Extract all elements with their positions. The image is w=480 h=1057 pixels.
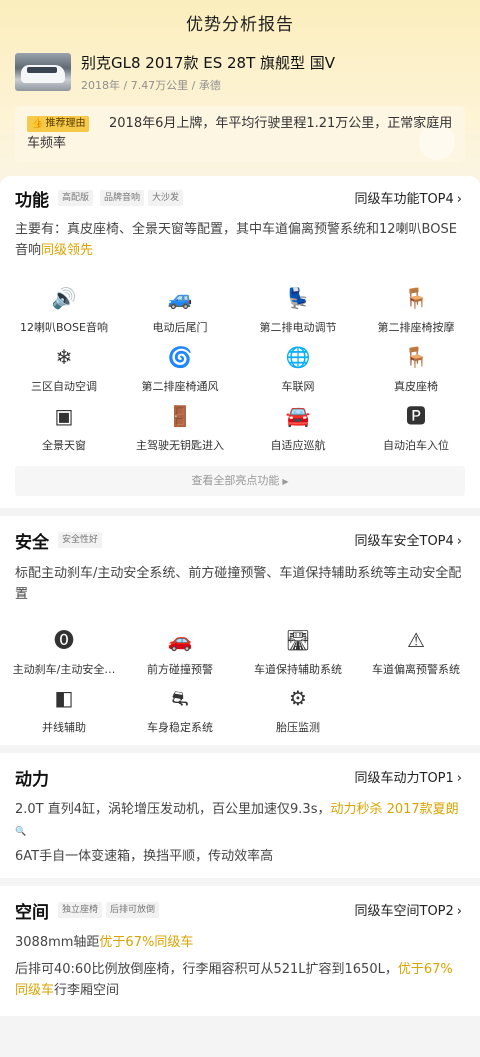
features-title: 功能 (15, 191, 49, 211)
seat-ventilation-icon: 🌀 (167, 345, 193, 369)
power-tailgate-icon: 🚙 (167, 286, 193, 310)
safety-item[interactable]: ⓿ 主动刹车/主动安全… (4, 627, 124, 683)
feature-item[interactable]: 🅿 自动泊车入位 (356, 403, 476, 459)
safety-item[interactable]: ⚙ 胎压监测 (238, 685, 358, 741)
safety-item[interactable]: ◧ 并线辅助 (4, 685, 124, 741)
safety-desc: 标配主动刹车/主动安全系统、前方碰撞预警、车道保持辅助系统等主动安全配置 (15, 566, 462, 602)
feature-item[interactable]: 🌐 车联网 (238, 344, 358, 400)
speaker-icon: 🔊 (51, 286, 77, 310)
space-rank-link[interactable]: 同级车空间TOP2 › (355, 900, 463, 919)
power-rank-link[interactable]: 同级车动力TOP1 › (355, 767, 463, 786)
collision-warning-icon: 🚗 (167, 628, 193, 652)
feature-item[interactable]: 🪑 第二排座椅按摩 (356, 285, 476, 341)
feature-item[interactable]: ❄ 三区自动空调 (4, 344, 124, 400)
reason-text: 2018年6月上牌，年平均行驶里程1.21万公里，正常家庭用车频率 (27, 116, 453, 151)
page-title: 优势分析报告 (186, 15, 294, 35)
safety-rank-link[interactable]: 同级车安全TOP4 › (355, 530, 463, 549)
feature-item[interactable]: 🚪 主驾驶无钥匙进入 (120, 403, 240, 459)
auto-parking-icon: 🅿 (406, 404, 426, 428)
safety-item[interactable]: ⛐ 车身稳定系统 (120, 685, 240, 741)
panoramic-sunroof-icon: ▣ (54, 404, 74, 428)
space-tag: 独立座椅 (58, 902, 103, 918)
chevron-right-icon: › (456, 534, 462, 549)
features-tag: 大沙发 (148, 190, 184, 206)
car-meta: 2018年 / 7.47万公里 / 承德 (81, 79, 221, 92)
features-desc: 主要有：真皮座椅、全景天窗等配置，其中车道偏离预警系统和12喇叭BOSE音响同级… (15, 222, 457, 258)
safety-item[interactable]: ⚠ 车道偏离预警系统 (356, 627, 476, 683)
space-desc-trunk: 后排可40:60比例放倒座椅，行李厢容积可从521L扩容到1650L，优于67%… (15, 962, 453, 998)
caret-right-icon: ▶ (282, 477, 289, 486)
feature-item[interactable]: 🪑 真皮座椅 (356, 344, 476, 400)
recommend-reason-card: 2018年6月上牌，年平均行驶里程1.21万公里，正常家庭用车频率 👍 推荐理由 (15, 106, 465, 162)
feature-item[interactable]: 🚙 电动后尾门 (120, 285, 240, 341)
chevron-right-icon: › (456, 192, 462, 207)
power-desc-engine: 2.0T 直列4缸，涡轮增压发动机，百公里加速仅9.3s，动力秒杀 2017款夏… (15, 802, 459, 837)
safety-tag: 安全性好 (58, 532, 103, 548)
car-thumbnail (15, 53, 71, 91)
blind-spot-mirror-icon: ◧ (54, 686, 74, 710)
space-desc-wheelbase: 3088mm轴距优于67%同级车 (15, 935, 194, 950)
recommend-badge: 👍 推荐理由 (27, 116, 90, 132)
see-all-features-button[interactable]: 查看全部亮点功能 ▶ (15, 466, 465, 496)
safety-title: 安全 (15, 533, 49, 553)
seat-massage-icon: 🪑 (403, 286, 429, 310)
space-section: 空间 独立座椅 后排可放倒 同级车空间TOP2 › 3088mm轴距优于67%同级… (0, 886, 480, 1016)
chevron-right-icon: › (456, 771, 462, 786)
power-desc-gearbox: 6AT手自一体变速箱，换挡平顺，传动效率高 (15, 849, 274, 864)
leather-seat-icon: 🪑 (403, 345, 429, 369)
features-tag: 品牌音响 (100, 190, 145, 206)
car-summary[interactable]: 别克GL8 2017款 ES 28T 旗舰型 国V 2018年 / 7.47万公… (15, 51, 465, 95)
feature-item[interactable]: 🔊 12喇叭BOSE音响 (4, 285, 124, 341)
thumbs-up-icon: 👍 (31, 118, 44, 129)
feature-item[interactable]: ▣ 全景天窗 (4, 403, 124, 459)
power-title: 动力 (15, 770, 49, 790)
keyless-door-icon: 🚪 (167, 404, 193, 428)
feature-item[interactable]: 💺 第二排电动调节 (238, 285, 358, 341)
car-name: 别克GL8 2017款 ES 28T 旗舰型 国V (81, 54, 336, 72)
power-seat-adjust-icon: 💺 (285, 286, 311, 310)
safety-section: 安全 安全性好 同级车安全TOP4 › 标配主动刹车/主动安全系统、前方碰撞预警、… (0, 516, 480, 745)
feature-item[interactable]: 🚘 自适应巡航 (238, 403, 358, 459)
connected-globe-icon: 🌐 (285, 345, 311, 369)
adaptive-cruise-icon: 🚘 (285, 404, 311, 428)
search-icon: 🔍 (15, 827, 27, 837)
lane-departure-icon: ⚠ (407, 628, 425, 652)
power-section: 动力 同级车动力TOP1 › 2.0T 直列4缸，涡轮增压发动机，百公里加速仅9.… (0, 753, 480, 878)
features-rank-link[interactable]: 同级车功能TOP4 › (355, 188, 463, 207)
safety-item[interactable]: 🛣 车道保持辅助系统 (238, 627, 358, 683)
feature-item[interactable]: 🌀 第二排座椅通风 (120, 344, 240, 400)
tire-pressure-icon: ⚙ (289, 686, 307, 710)
space-title: 空间 (15, 903, 49, 923)
air-conditioner-icon: ❄ (55, 345, 73, 369)
safety-item[interactable]: 🚗 前方碰撞预警 (120, 627, 240, 683)
active-brake-icon: ⓿ (54, 628, 74, 652)
space-tag: 后排可放倒 (106, 902, 160, 918)
stability-control-icon: ⛐ (171, 686, 189, 710)
features-section: 功能 高配版 品牌音响 大沙发 同级车功能TOP4 › 主要有：真皮座椅、全景天窗… (0, 176, 480, 508)
lane-keep-icon: 🛣 (285, 628, 311, 652)
chevron-right-icon: › (456, 904, 462, 919)
features-tag: 高配版 (58, 190, 94, 206)
